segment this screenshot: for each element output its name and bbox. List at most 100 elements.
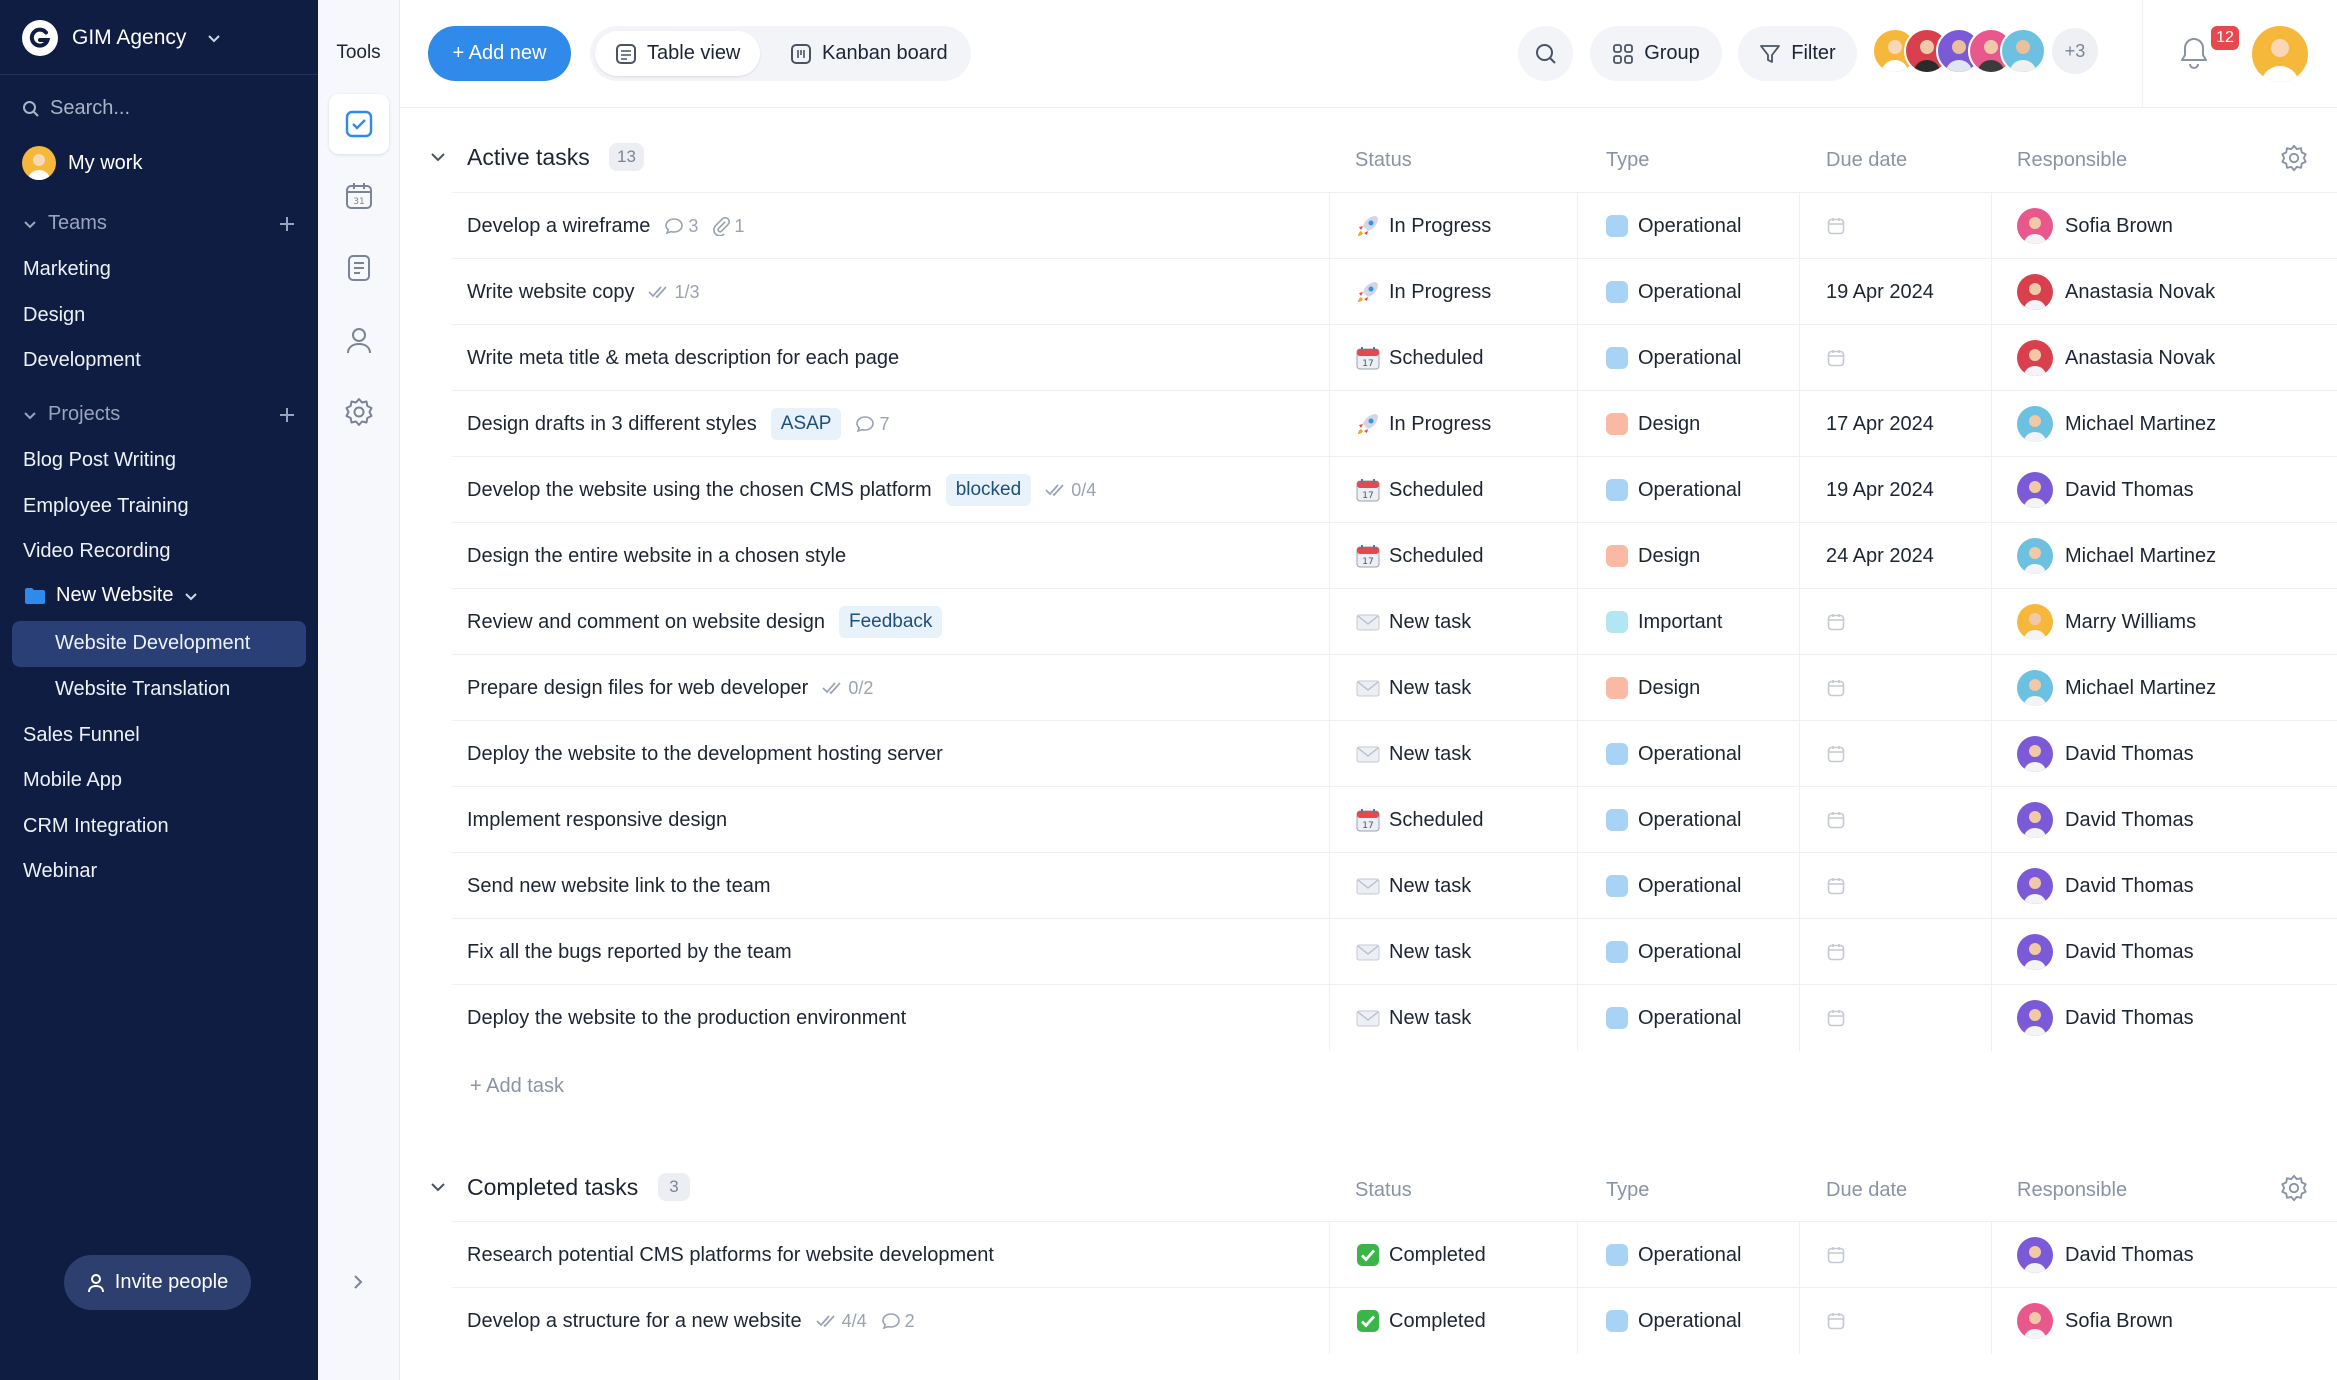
status-cell[interactable]: New task xyxy=(1355,985,1471,1051)
calendar-icon[interactable] xyxy=(1826,810,1846,830)
task-name[interactable]: Deploy the website to the production env… xyxy=(467,1007,906,1030)
responsible-cell[interactable]: David Thomas xyxy=(2017,457,2194,523)
due-date-cell[interactable]: 17 Apr 2024 xyxy=(1826,391,1934,457)
tool-settings[interactable] xyxy=(329,382,389,442)
due-date-cell[interactable] xyxy=(1826,853,1846,919)
status-cell[interactable]: New task xyxy=(1355,589,1471,655)
sidebar-item-blog-post-writing[interactable]: Blog Post Writing xyxy=(23,449,176,472)
calendar-icon[interactable] xyxy=(1826,216,1846,236)
responsible-cell[interactable]: Michael Martinez xyxy=(2017,655,2216,721)
chevron-right-icon[interactable] xyxy=(348,1272,368,1292)
due-date-cell[interactable] xyxy=(1826,721,1846,787)
tab-table-view[interactable]: Table view xyxy=(595,31,761,76)
due-date-value[interactable]: 19 Apr 2024 xyxy=(1826,479,1934,502)
type-cell[interactable]: Operational xyxy=(1606,193,1741,259)
teams-section-header[interactable]: Teams xyxy=(22,212,296,235)
task-name[interactable]: Implement responsive design xyxy=(467,809,727,832)
my-work-link[interactable]: My work xyxy=(22,146,142,180)
responsible-cell[interactable]: Michael Martinez xyxy=(2017,523,2216,589)
column-header-type[interactable]: Type xyxy=(1606,149,1649,172)
add-project-icon[interactable] xyxy=(278,406,296,424)
task-name-cell[interactable]: Research potential CMS platforms for web… xyxy=(467,1222,994,1288)
due-date-cell[interactable] xyxy=(1826,1288,1846,1354)
task-name[interactable]: Write website copy xyxy=(467,281,634,304)
responsible-cell[interactable]: David Thomas xyxy=(2017,853,2194,919)
calendar-icon[interactable] xyxy=(1826,744,1846,764)
calendar-icon[interactable] xyxy=(1826,1311,1846,1331)
table-row[interactable]: Research potential CMS platforms for web… xyxy=(452,1221,2337,1288)
table-row[interactable]: Prepare design files for web developer 0/… xyxy=(452,654,2337,721)
calendar-icon[interactable] xyxy=(1826,348,1846,368)
due-date-cell[interactable] xyxy=(1826,985,1846,1051)
task-tag[interactable]: ASAP xyxy=(770,408,842,440)
type-cell[interactable]: Operational xyxy=(1606,325,1741,391)
due-date-cell[interactable] xyxy=(1826,919,1846,985)
due-date-cell[interactable]: 24 Apr 2024 xyxy=(1826,523,1934,589)
responsible-cell[interactable]: Marry Williams xyxy=(2017,589,2196,655)
status-cell[interactable]: New task xyxy=(1355,853,1471,919)
type-cell[interactable]: Operational xyxy=(1606,259,1741,325)
type-cell[interactable]: Operational xyxy=(1606,1288,1741,1354)
calendar-icon[interactable] xyxy=(1826,876,1846,896)
responsible-cell[interactable]: Anastasia Novak xyxy=(2017,259,2215,325)
column-header-responsible[interactable]: Responsible xyxy=(2017,1179,2127,1202)
due-date-cell[interactable] xyxy=(1826,589,1846,655)
comment-count[interactable]: 7 xyxy=(855,414,890,435)
task-name-cell[interactable]: Implement responsive design xyxy=(467,787,727,853)
type-cell[interactable]: Operational xyxy=(1606,985,1741,1051)
task-name[interactable]: Send new website link to the team xyxy=(467,875,771,898)
task-name-cell[interactable]: Design the entire website in a chosen st… xyxy=(467,523,846,589)
table-row[interactable]: Write meta title & meta description for … xyxy=(452,324,2337,391)
sidebar-item-development[interactable]: Development xyxy=(23,349,141,372)
responsible-cell[interactable]: Michael Martinez xyxy=(2017,391,2216,457)
responsible-cell[interactable]: David Thomas xyxy=(2017,1222,2194,1288)
task-name[interactable]: Develop a structure for a new website xyxy=(467,1310,802,1333)
due-date-value[interactable]: 17 Apr 2024 xyxy=(1826,413,1934,436)
comment-count[interactable]: 3 xyxy=(664,216,698,237)
responsible-cell[interactable]: Sofia Brown xyxy=(2017,1288,2173,1354)
status-cell[interactable]: 17 Scheduled xyxy=(1355,457,1484,523)
responsible-cell[interactable]: David Thomas xyxy=(2017,787,2194,853)
task-name-cell[interactable]: Fix all the bugs reported by the team xyxy=(467,919,792,985)
column-header-due-date[interactable]: Due date xyxy=(1826,1179,1907,1202)
column-header-type[interactable]: Type xyxy=(1606,1179,1649,1202)
table-row[interactable]: Develop the website using the chosen CMS… xyxy=(452,456,2337,523)
due-date-cell[interactable]: 19 Apr 2024 xyxy=(1826,457,1934,523)
tool-calendar[interactable]: 31 xyxy=(329,166,389,226)
sidebar-item-sales-funnel[interactable]: Sales Funnel xyxy=(23,724,140,747)
tab-kanban-board[interactable]: Kanban board xyxy=(770,31,968,76)
sidebar-item-design[interactable]: Design xyxy=(23,304,85,327)
task-name[interactable]: Write meta title & meta description for … xyxy=(467,347,899,370)
calendar-icon[interactable] xyxy=(1826,1008,1846,1028)
status-cell[interactable]: 17 Scheduled xyxy=(1355,787,1484,853)
responsible-cell[interactable]: Sofia Brown xyxy=(2017,193,2173,259)
table-row[interactable]: Review and comment on website design Feed… xyxy=(452,588,2337,655)
tool-people[interactable] xyxy=(329,310,389,370)
workspace-switcher[interactable]: GIM Agency xyxy=(22,20,224,56)
task-name[interactable]: Review and comment on website design xyxy=(467,611,825,634)
task-name[interactable]: Design the entire website in a chosen st… xyxy=(467,545,846,568)
task-name-cell[interactable]: Develop a wireframe 3 1 xyxy=(467,193,744,259)
due-date-cell[interactable] xyxy=(1826,1222,1846,1288)
add-new-button[interactable]: + Add new xyxy=(428,26,571,81)
type-cell[interactable]: Operational xyxy=(1606,721,1741,787)
due-date-cell[interactable] xyxy=(1826,655,1846,721)
sidebar-item-mobile-app[interactable]: Mobile App xyxy=(23,769,122,792)
type-cell[interactable]: Operational xyxy=(1606,457,1741,523)
add-task-button[interactable]: + Add task xyxy=(470,1075,564,1098)
status-cell[interactable]: New task xyxy=(1355,721,1471,787)
projects-section-header[interactable]: Projects xyxy=(22,403,296,426)
status-cell[interactable]: New task xyxy=(1355,919,1471,985)
due-date-value[interactable]: 19 Apr 2024 xyxy=(1826,281,1934,304)
table-row[interactable]: Deploy the website to the production env… xyxy=(452,984,2337,1051)
due-date-cell[interactable]: 19 Apr 2024 xyxy=(1826,259,1934,325)
group-button[interactable]: Group xyxy=(1590,26,1722,81)
task-name[interactable]: Develop the website using the chosen CMS… xyxy=(467,479,932,502)
type-cell[interactable]: Operational xyxy=(1606,919,1741,985)
search-button[interactable] xyxy=(1518,26,1573,81)
table-row[interactable]: Deploy the website to the development ho… xyxy=(452,720,2337,787)
type-cell[interactable]: Design xyxy=(1606,523,1700,589)
column-header-due-date[interactable]: Due date xyxy=(1826,149,1907,172)
sidebar-item-crm-integration[interactable]: CRM Integration xyxy=(23,815,169,838)
sidebar-item-employee-training[interactable]: Employee Training xyxy=(23,495,189,518)
